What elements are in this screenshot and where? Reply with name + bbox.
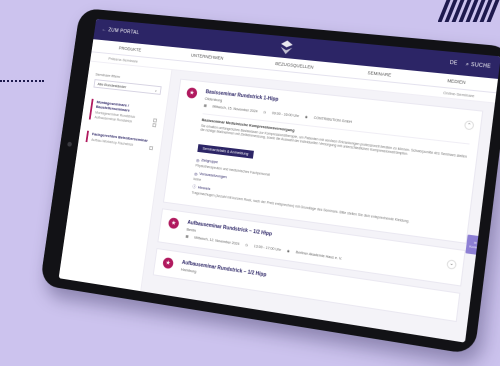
tablet-device: ← ZUM PORTAL DE ⌕ SUCHE PRODUKTE UNTERNE… — [39, 7, 500, 355]
filter-group-betreiber: Fachgerechtes Betreiberseminar Aufbau-Wo… — [85, 130, 155, 151]
checkbox[interactable] — [152, 122, 157, 127]
seminar-list: ★ Basisseminar Rundstrick 1-Hipp Oldenbu… — [141, 70, 495, 343]
expand-chevron-icon[interactable]: ⌄ — [446, 258, 457, 270]
clock-icon: ◷ — [244, 242, 249, 248]
language-switch[interactable]: DE — [449, 60, 458, 67]
search-label: SUCHE — [470, 61, 492, 70]
seminar-org: CONTRIBUTION GmbH — [313, 115, 353, 125]
camera-dot — [67, 141, 73, 147]
target-icon: ◎ — [195, 158, 200, 163]
nav-item-produkte[interactable]: PRODUKTE — [119, 46, 142, 53]
seminar-badge-icon: ★ — [162, 256, 174, 270]
decorative-dotted-line — [0, 80, 44, 82]
location-icon: ◉ — [304, 114, 309, 120]
seminar-badge-icon: ★ — [167, 217, 180, 230]
chevron-down-icon: ⌄ — [154, 87, 158, 93]
decorative-stripes — [438, 0, 500, 22]
search-icon: ⌕ — [465, 61, 470, 68]
collapse-chevron-icon[interactable]: ⌃ — [463, 120, 475, 131]
region-select-value: Alle Bundesländer — [97, 81, 127, 90]
info-icon: ⓘ — [192, 184, 197, 189]
filter-group-montage: Montageseminare / Baustellenseminare Mon… — [88, 98, 159, 128]
checklist-icon: ◎ — [193, 171, 198, 177]
contact-tab[interactable]: ✉ Kontakt — [465, 234, 485, 256]
seminar-time: 13:00 - 17:00 Uhr — [253, 243, 282, 252]
contact-tab-label: Kontakt — [469, 244, 481, 250]
location-icon: ◉ — [286, 248, 291, 254]
arrow-left-icon: ← — [101, 26, 107, 33]
seminar-time: 09:00 - 16:00 Uhr — [271, 111, 300, 119]
brand-logo-icon — [279, 39, 293, 55]
nav-item-medien[interactable]: MEDIEN — [447, 78, 466, 85]
search-button[interactable]: ⌕ SUCHE — [466, 61, 492, 70]
subnav-online[interactable]: Online-Seminare — [443, 90, 475, 98]
portal-label: ZUM PORTAL — [107, 27, 140, 37]
page-body: Seminare filtern Alle Bundesländer ⌄ Mon… — [58, 61, 495, 343]
nav-item-seminare[interactable]: SEMINARE — [367, 70, 391, 77]
subnav-praesenz[interactable]: Präsenz-Seminare — [108, 56, 138, 64]
checkbox[interactable] — [149, 145, 154, 150]
tablet-screen: ← ZUM PORTAL DE ⌕ SUCHE PRODUKTE UNTERNE… — [58, 18, 500, 343]
checkbox[interactable] — [153, 117, 158, 123]
seminar-badge-icon: ★ — [186, 87, 198, 99]
portal-link[interactable]: ← ZUM PORTAL — [101, 27, 139, 36]
calendar-icon: ▦ — [185, 234, 190, 239]
nav-item-unternehmen[interactable]: UNTERNEHMEN — [191, 53, 224, 61]
register-button[interactable]: Seminardetails & Anmeldung — [197, 143, 254, 159]
clock-icon: ◷ — [262, 110, 267, 115]
nav-item-bezugsquellen[interactable]: BEZUGSQUELLEN — [275, 61, 314, 70]
calendar-icon: ▦ — [203, 103, 208, 108]
